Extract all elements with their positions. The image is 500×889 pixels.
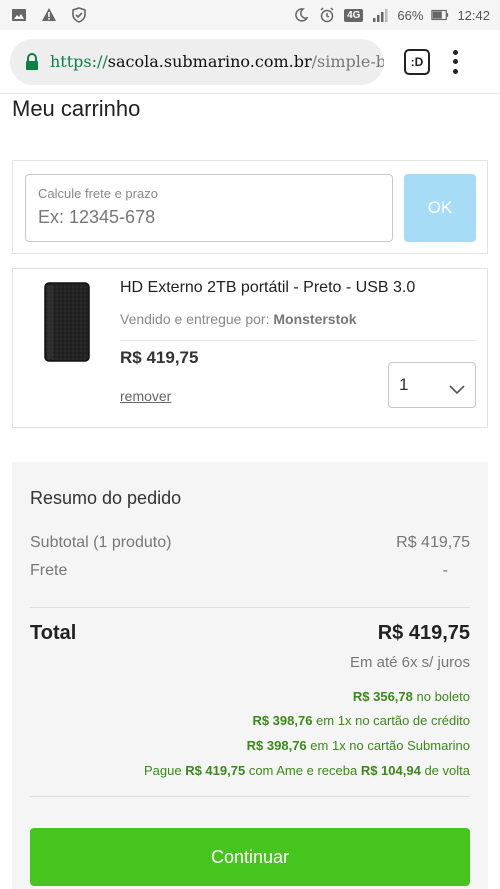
product-name[interactable]: HD Externo 2TB portátil - Preto - USB 3.… <box>120 279 415 297</box>
tabs-button[interactable]: :D <box>404 48 430 75</box>
browser-toolbar: https://sacola.submarino.com.br/simple-b… <box>0 30 500 94</box>
payment-credit-card: R$ 398,76 em 1x no cartão de crédito <box>252 713 470 728</box>
dot-icon <box>452 59 458 64</box>
continue-button[interactable]: Continuar <box>30 828 470 886</box>
dot-icon <box>452 68 458 74</box>
shield-icon <box>70 6 88 24</box>
moon-icon <box>292 6 310 24</box>
payment-amount: R$ 356,78 <box>352 689 413 704</box>
total-label: Total <box>30 622 77 644</box>
freight-row: Frete - <box>30 562 470 580</box>
ame-cashback: R$ 104,94 <box>360 763 421 778</box>
seller-prefix: Vendido e entregue por: <box>120 311 270 327</box>
chevron-down-icon <box>449 380 465 395</box>
cart-item: HD Externo 2TB portátil - Preto - USB 3.… <box>12 268 488 428</box>
url-scheme: https:// <box>50 52 108 71</box>
remove-link[interactable]: remover <box>120 388 171 404</box>
summary-title: Resumo do pedido <box>30 488 182 508</box>
battery-percent: 66% <box>397 7 424 23</box>
quantity-value: 1 <box>399 375 409 394</box>
dot-icon <box>452 49 458 55</box>
payment-amount: R$ 398,76 <box>246 738 307 753</box>
freight-calculator: Calcule frete e prazo Ex: 12345-678 OK <box>12 160 488 254</box>
payment-submarino-card: R$ 398,76 em 1x no cartão Submarino <box>247 738 470 753</box>
product-price: R$ 419,75 <box>120 348 199 367</box>
subtotal-row: Subtotal (1 produto) R$ 419,75 <box>30 534 470 552</box>
payment-ame: Pague R$ 419,75 com Ame e receba R$ 104,… <box>144 763 470 778</box>
warning-icon <box>40 6 58 24</box>
zip-code-placeholder: Ex: 12345-678 <box>38 207 156 227</box>
alarm-icon <box>318 6 336 24</box>
total-value: R$ 419,75 <box>377 622 470 644</box>
overflow-menu-button[interactable] <box>450 49 460 74</box>
url-bar[interactable]: https://sacola.submarino.com.br/simple-b… <box>10 38 384 85</box>
installments-text: Em até 6x s/ juros <box>349 654 470 671</box>
url-path: /simple-bas <box>311 52 384 71</box>
payment-boleto: R$ 356,78 no boleto <box>353 689 470 704</box>
network-type: 4G <box>344 8 364 22</box>
page-title: Meu carrinho <box>12 96 141 121</box>
subtotal-label: Subtotal (1 produto) <box>30 534 172 551</box>
order-summary: Resumo do pedido Subtotal (1 produto) R$… <box>12 462 488 889</box>
image-icon <box>10 6 28 24</box>
payment-desc: em 1x no cartão de crédito <box>316 713 470 728</box>
clock: 12:42 <box>457 7 490 23</box>
ame-mid: com Ame e receba <box>248 763 358 778</box>
ame-amount: R$ 419,75 <box>185 763 246 778</box>
status-bar: 4G 66% 12:42 <box>0 0 500 30</box>
status-right-icons: 4G 66% 12:42 <box>292 6 490 24</box>
product-seller: Vendido e entregue por: Monsterstok <box>120 311 357 327</box>
payment-amount: R$ 398,76 <box>252 713 313 728</box>
battery-icon <box>431 6 449 24</box>
freight-label: Frete <box>30 562 68 579</box>
zip-code-label: Calcule frete e prazo <box>38 186 158 201</box>
ok-button[interactable]: OK <box>404 174 476 242</box>
ame-pre: Pague <box>143 763 182 778</box>
divider <box>30 607 470 608</box>
divider <box>30 796 470 797</box>
seller-name: Monsterstok <box>273 311 357 327</box>
quantity-select[interactable]: 1 <box>388 362 476 408</box>
payment-desc: no boleto <box>416 689 471 704</box>
url-text: https://sacola.submarino.com.br/simple-b… <box>50 52 384 71</box>
divider <box>120 340 476 341</box>
ame-post: de volta <box>424 763 470 778</box>
zip-code-input[interactable]: Calcule frete e prazo Ex: 12345-678 <box>25 174 393 242</box>
product-image[interactable] <box>43 281 91 363</box>
subtotal-value: R$ 419,75 <box>396 534 470 551</box>
payment-desc: em 1x no cartão Submarino <box>310 738 470 753</box>
url-host: sacola.submarino.com.br <box>107 52 312 71</box>
lock-icon <box>24 52 40 71</box>
status-left-icons <box>10 6 88 24</box>
signal-icon <box>371 6 389 24</box>
freight-value: - <box>442 562 448 579</box>
